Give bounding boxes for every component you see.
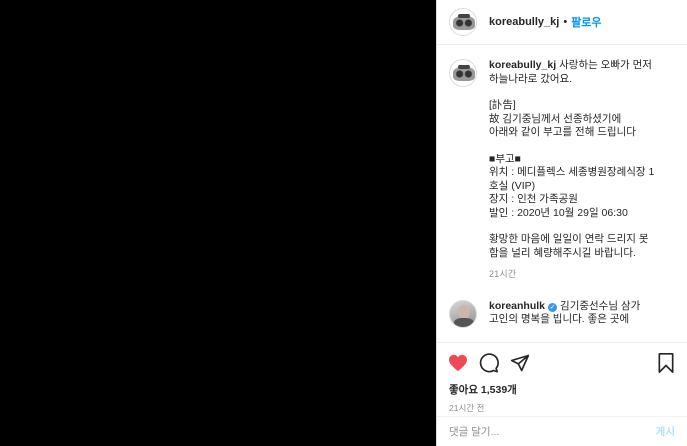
bookmark-icon[interactable]	[655, 352, 677, 374]
caption-block-1: [訃告] 故 김기중님께서 선종하셨기에 아래와 같이 부고를 전해 드립니다	[489, 99, 636, 138]
comment-icon[interactable]	[478, 352, 500, 374]
likes-count[interactable]: 좋아요 1,539개	[437, 382, 687, 398]
caption-username[interactable]: koreabully_kj	[489, 59, 556, 71]
comment-item: koreanhulk ✓ 김기중선수님 삼가 고인의 명복을 빕니다. 좋은 곳에	[449, 299, 675, 328]
post-header: koreabully_kj • 팔로우	[437, 0, 687, 45]
comment-body: koreanhulk ✓ 김기중선수님 삼가 고인의 명복을 빕니다. 좋은 곳에	[489, 300, 640, 328]
post-media[interactable]	[0, 0, 436, 446]
comment-input[interactable]	[449, 425, 656, 438]
comments-section[interactable]: koreabully_kj 사랑하는 오빠가 먼저 하늘나라로 갔어요. [訃告]…	[437, 45, 687, 342]
commenter-avatar[interactable]	[449, 299, 477, 328]
author-username[interactable]: koreabully_kj	[489, 16, 559, 28]
caption-first-line: koreabully_kj 사랑하는 오빠가 먼저	[489, 59, 654, 73]
caption-avatar[interactable]	[449, 59, 477, 87]
verified-badge-icon: ✓	[548, 302, 558, 312]
heart-icon[interactable]	[447, 352, 469, 374]
post-panel: koreabully_kj • 팔로우 koreabully_kj 사랑하는 오빠…	[436, 0, 687, 446]
commenter-username[interactable]: koreanhulk	[489, 300, 545, 312]
caption-block-3: 황망한 마음에 일일이 연락 드리지 못 함을 널리 혜량해주시길 바랍니다.	[489, 233, 649, 259]
comment-composer: 게시	[437, 416, 687, 446]
comment-text-line-2: 고인의 명복을 빕니다. 좋은 곳에	[489, 313, 630, 325]
caption-block-2: ■부고■ 위치 : 메디플렉스 세종병원장례식장 1 호실 (VIP) 장지 :…	[489, 152, 655, 219]
follow-button[interactable]: 팔로우	[571, 14, 601, 30]
caption: koreabully_kj 사랑하는 오빠가 먼저 하늘나라로 갔어요. [訃告]…	[449, 59, 675, 282]
caption-line-2: 하늘나라로 갔어요.	[489, 72, 573, 85]
caption-line-1: 사랑하는 오빠가 먼저	[559, 59, 652, 71]
separator-dot: •	[563, 16, 568, 28]
caption-body: koreabully_kj 사랑하는 오빠가 먼저 하늘나라로 갔어요. [訃告]…	[489, 59, 654, 282]
caption-time: 21시간	[489, 269, 517, 279]
author-avatar[interactable]	[449, 8, 477, 36]
share-icon[interactable]	[509, 352, 531, 374]
action-bar	[437, 342, 687, 382]
comment-text-line-1: 김기중선수님 삼가	[560, 299, 641, 312]
post-comment-button[interactable]: 게시	[656, 424, 675, 439]
